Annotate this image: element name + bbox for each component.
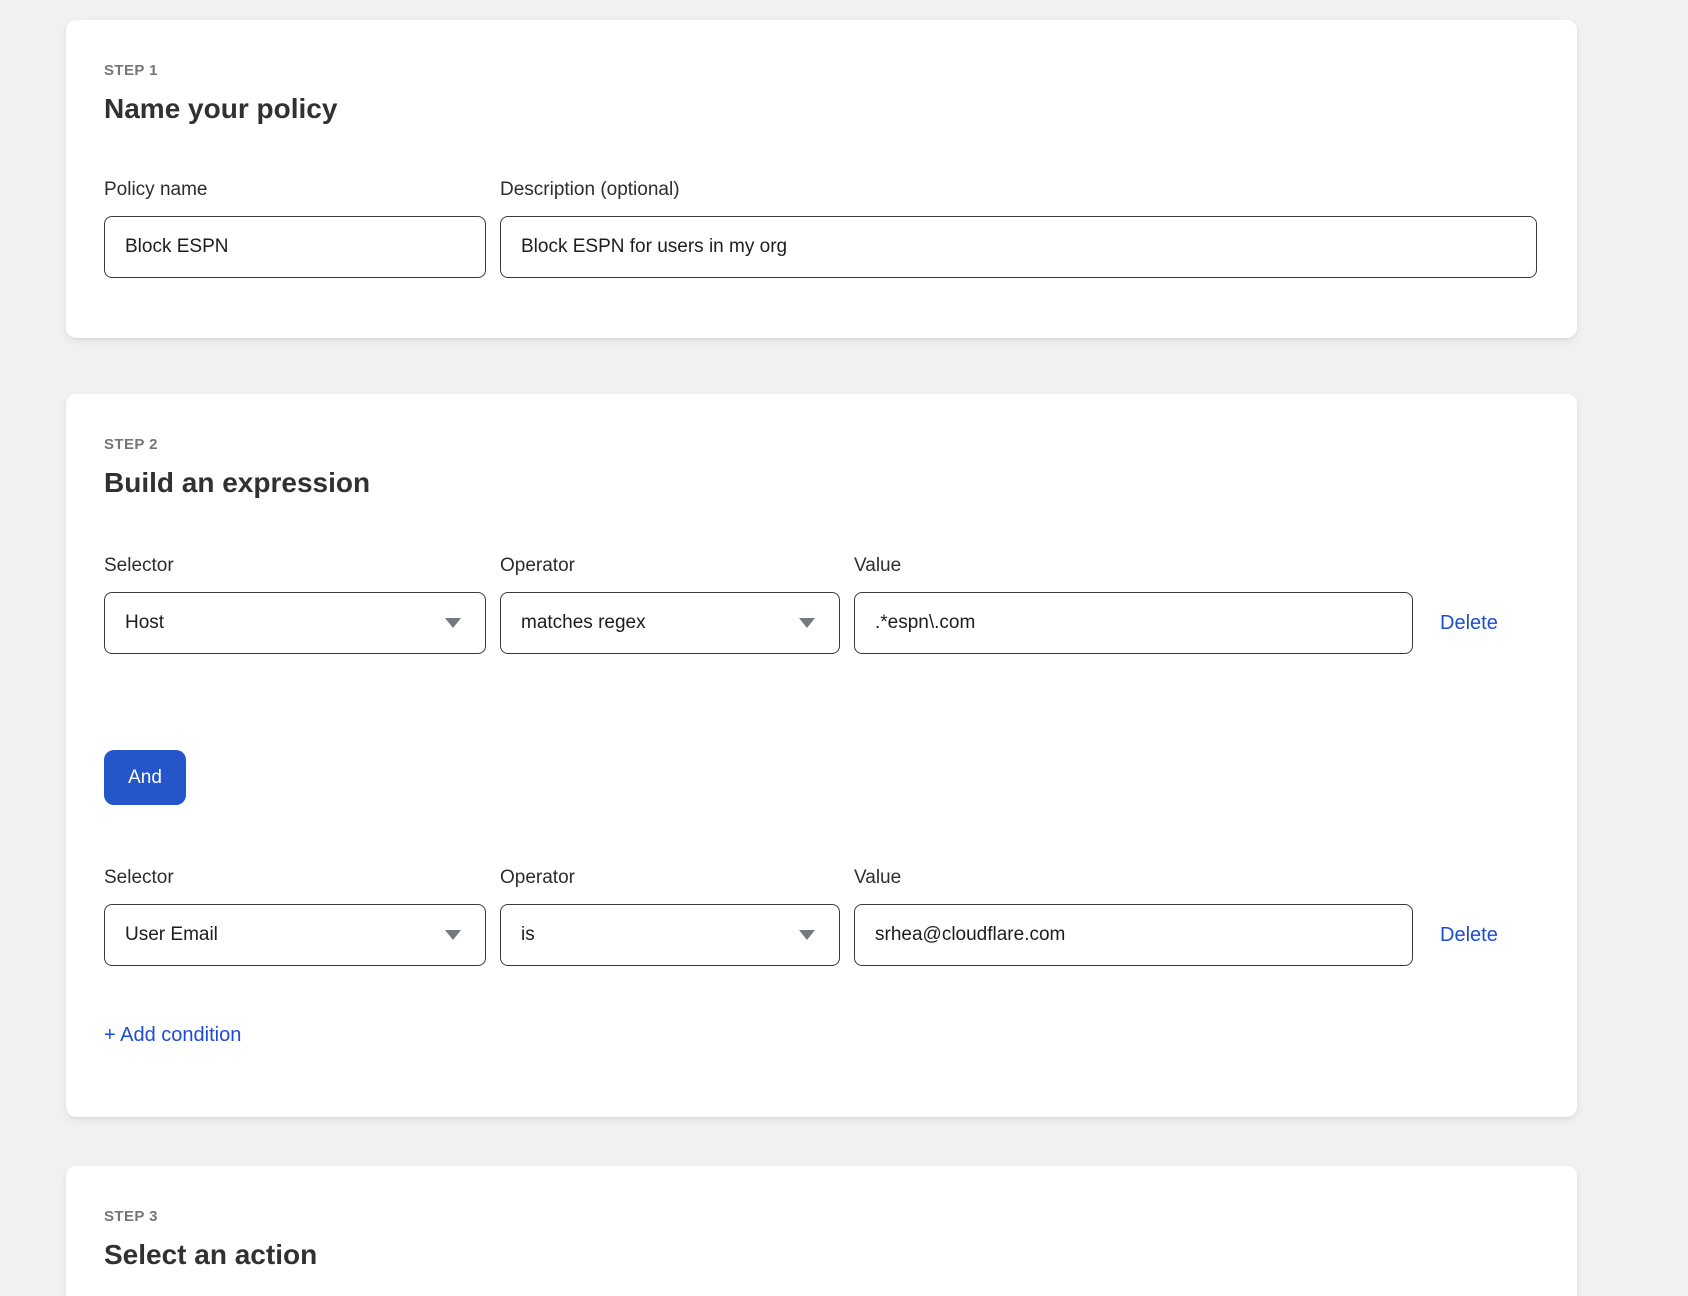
card-select-an-action: STEP 3 Select an action	[66, 1166, 1577, 1296]
and-button[interactable]: And	[104, 750, 186, 805]
selector-label: Selector	[104, 867, 486, 889]
selector-field: Selector Host	[104, 555, 486, 654]
value-field: Value	[854, 867, 1413, 966]
step-1-title: Name your policy	[104, 93, 1537, 125]
value-label: Value	[854, 867, 1413, 889]
selector-label: Selector	[104, 555, 486, 577]
description-field: Description (optional)	[500, 179, 1537, 278]
description-input[interactable]	[500, 216, 1537, 278]
operator-label: Operator	[500, 867, 840, 889]
step-1-label: STEP 1	[104, 62, 1537, 79]
value-input[interactable]	[854, 904, 1413, 966]
card-name-your-policy: STEP 1 Name your policy Policy name Desc…	[66, 20, 1577, 338]
policy-name-label: Policy name	[104, 179, 486, 201]
value-input[interactable]	[854, 592, 1413, 654]
step-3-label: STEP 3	[104, 1208, 1537, 1225]
chevron-down-icon	[445, 930, 461, 940]
value-label: Value	[854, 555, 1413, 577]
expression-row-2: Selector User Email Operator is Value De…	[104, 867, 1537, 966]
operator-field: Operator matches regex	[500, 555, 840, 654]
operator-dropdown-value: matches regex	[521, 612, 646, 634]
selector-dropdown[interactable]: Host	[104, 592, 486, 654]
chevron-down-icon	[799, 618, 815, 628]
selector-dropdown[interactable]: User Email	[104, 904, 486, 966]
selector-field: Selector User Email	[104, 867, 486, 966]
operator-label: Operator	[500, 555, 840, 577]
step-3-title: Select an action	[104, 1239, 1537, 1271]
delete-condition-link[interactable]: Delete	[1440, 924, 1498, 947]
add-condition-link[interactable]: + Add condition	[104, 1024, 241, 1047]
policy-name-field: Policy name	[104, 179, 486, 278]
value-field: Value	[854, 555, 1413, 654]
delete-condition-link[interactable]: Delete	[1440, 612, 1498, 635]
selector-dropdown-value: User Email	[125, 924, 218, 946]
chevron-down-icon	[445, 618, 461, 628]
chevron-down-icon	[799, 930, 815, 940]
operator-field: Operator is	[500, 867, 840, 966]
selector-dropdown-value: Host	[125, 612, 164, 634]
step-2-label: STEP 2	[104, 436, 1537, 453]
card-build-an-expression: STEP 2 Build an expression Selector Host…	[66, 394, 1577, 1117]
operator-dropdown[interactable]: is	[500, 904, 840, 966]
expression-row-1: Selector Host Operator matches regex Val…	[104, 555, 1537, 654]
policy-builder-page: STEP 1 Name your policy Policy name Desc…	[0, 0, 1688, 1296]
operator-dropdown[interactable]: matches regex	[500, 592, 840, 654]
policy-name-input[interactable]	[104, 216, 486, 278]
step-2-title: Build an expression	[104, 467, 1537, 499]
operator-dropdown-value: is	[521, 924, 535, 946]
description-label: Description (optional)	[500, 179, 1537, 201]
